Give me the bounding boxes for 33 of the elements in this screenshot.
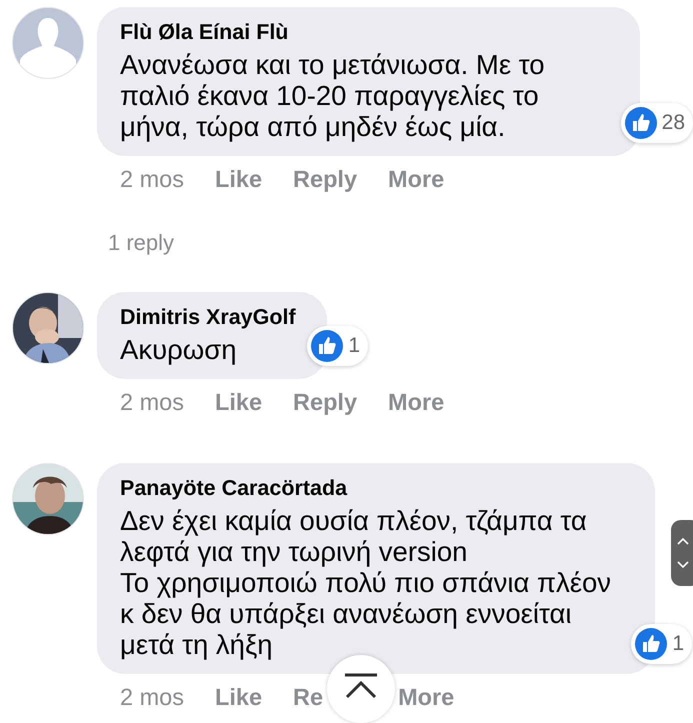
action-link[interactable]: Reply: [293, 166, 358, 192]
reaction-count: 1: [348, 334, 360, 358]
action-link[interactable]: Like: [215, 684, 262, 710]
scroll-control[interactable]: [671, 520, 693, 586]
like-icon: [624, 107, 657, 139]
comment-time[interactable]: 2 mos: [120, 166, 184, 192]
reaction-badge[interactable]: 1: [631, 624, 692, 664]
like-icon: [635, 628, 668, 660]
action-link[interactable]: More: [388, 389, 444, 415]
comment-time[interactable]: 2 mos: [120, 389, 184, 415]
scroll-top-button[interactable]: [327, 655, 395, 723]
reaction-badge[interactable]: 1: [307, 326, 368, 366]
comment-text: Ανανέωσα και το μετάνιωσα. Με το παλιό έκανα 10-20 παραγγελίες το μήνα, τώρα από μηδέν έως μία.: [120, 49, 544, 142]
author-name[interactable]: Flù Øla Eínai Flù: [120, 19, 640, 45]
chevron-down-icon: [677, 561, 689, 570]
action-link[interactable]: Like: [215, 389, 262, 415]
action-link[interactable]: Like: [215, 166, 262, 192]
comment-text: Δεν έχει καμία ουσία πλέον, τζάμπα τα λεφτά για την τωρινή version Το χρησιμοποιώ πολύ πιο σπάνια πλέον κ δεν θα υπάρξει ανανέωση εννοείται μετά τη λήξη: [120, 505, 612, 660]
reaction-count: 1: [672, 632, 684, 656]
comment-time[interactable]: 2 mos: [120, 684, 184, 710]
reaction-count: 28: [662, 111, 685, 135]
avatar-icon: [13, 8, 83, 78]
action-link[interactable]: Reply: [293, 389, 358, 415]
author-name[interactable]: Panayöte Caracörtada: [120, 475, 655, 501]
action-link[interactable]: More: [388, 166, 444, 192]
comment-text: Ακυρωση: [120, 334, 237, 365]
like-icon: [311, 330, 344, 362]
action-link[interactable]: More: [398, 684, 454, 710]
reaction-badge[interactable]: 28: [620, 103, 693, 143]
action-link[interactable]: Re: [293, 684, 324, 710]
replies-link[interactable]: 1 reply: [108, 230, 693, 256]
chevron-up-icon: [677, 536, 689, 545]
scroll-top-icon: [344, 673, 378, 699]
